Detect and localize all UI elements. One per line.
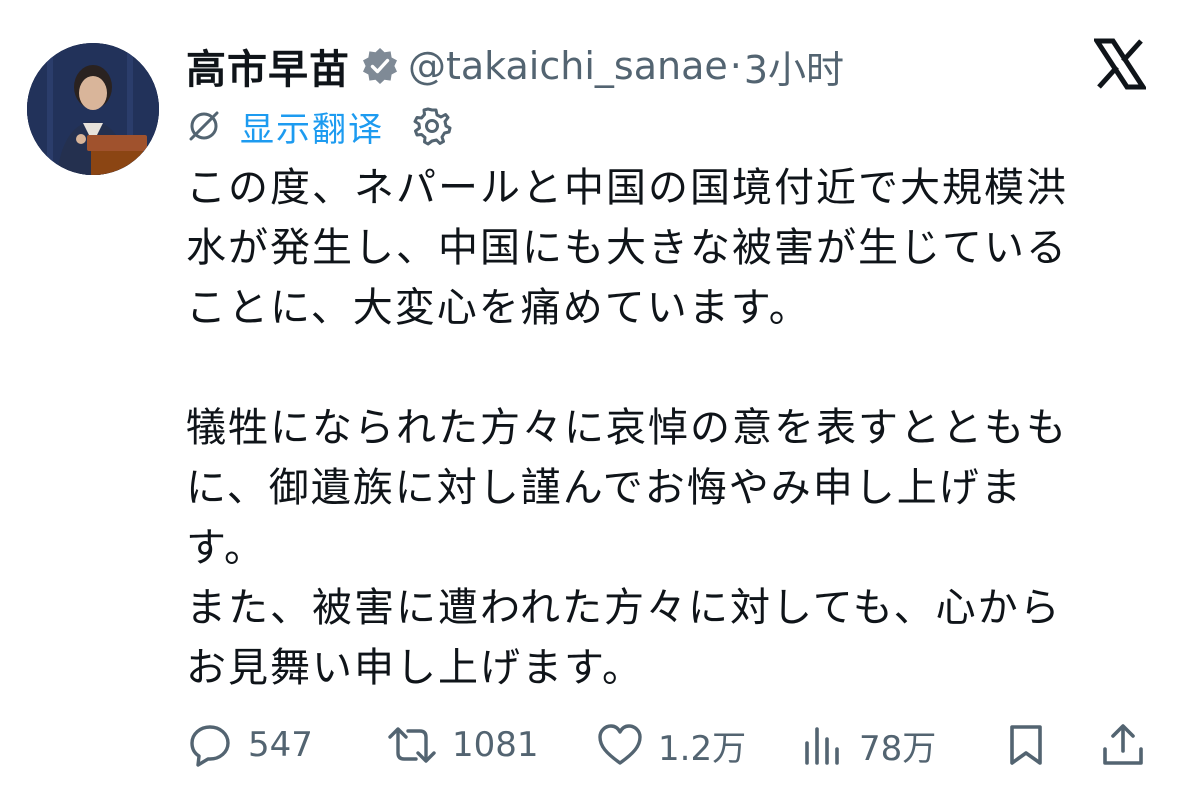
views-button[interactable]: 78万 — [801, 713, 936, 777]
tweet-header: 高市早苗 @takaichi_sanae · 3小时 — [186, 36, 844, 96]
tweet-text: この度、ネパールと中国の国境付近で大規模洪 水が発生し、中国にも大きな被害が生じ… — [186, 158, 1146, 698]
heart-icon — [596, 721, 644, 769]
bookmark-icon — [1004, 721, 1048, 769]
verified-badge-icon — [360, 46, 400, 86]
tweet-text-line: 水が発生し、中国にも大きな被害が生じている — [186, 225, 1068, 271]
reply-button[interactable]: 547 — [186, 713, 313, 777]
gear-icon[interactable] — [412, 106, 452, 146]
repost-button[interactable]: 1081 — [386, 713, 539, 777]
avatar[interactable] — [27, 43, 159, 175]
action-bar: 547 1081 1.2万 78万 — [186, 713, 1148, 777]
views-icon — [801, 721, 845, 769]
repost-icon — [386, 721, 438, 769]
show-translation-link[interactable]: 显示翻译 — [240, 102, 384, 151]
tweet-text-line: に、御遺族に対し謹んでお悔やみ申し上げま — [186, 465, 1023, 511]
tweet-text-blank-line — [186, 338, 1146, 398]
repost-count: 1081 — [452, 725, 539, 765]
tweet-text-line: お見舞い申し上げます。 — [186, 645, 644, 691]
display-name[interactable]: 高市早苗 — [186, 37, 350, 95]
like-count: 1.2万 — [658, 728, 747, 769]
tweet: 高市早苗 @takaichi_sanae · 3小时 显示翻译 この度、ネパール… — [0, 0, 1179, 806]
tweet-text-line: ことに、大変心を痛めています。 — [186, 285, 811, 331]
x-logo-icon — [1092, 38, 1148, 90]
reply-count: 547 — [248, 725, 313, 765]
tweet-text-line: 犠牲になられた方々に哀悼の意を表すとともも — [186, 405, 1068, 451]
like-button[interactable]: 1.2万 — [596, 713, 746, 777]
translate-icon — [186, 108, 222, 144]
tweet-text-line: また、被害に遭われた方々に対しても、心から — [186, 585, 1062, 631]
views-count: 78万 — [859, 728, 937, 769]
tweet-text-line: す。 — [186, 525, 266, 571]
reply-icon — [186, 721, 234, 769]
share-icon — [1100, 721, 1146, 769]
translate-row: 显示翻译 — [186, 100, 452, 152]
user-handle[interactable]: @takaichi_sanae — [408, 44, 728, 88]
post-time[interactable]: 3小时 — [744, 39, 844, 94]
bookmark-button[interactable] — [1004, 713, 1048, 777]
header-separator: · — [729, 44, 742, 88]
share-button[interactable] — [1100, 713, 1146, 777]
tweet-text-line: この度、ネパールと中国の国境付近で大規模洪 — [186, 165, 1068, 211]
